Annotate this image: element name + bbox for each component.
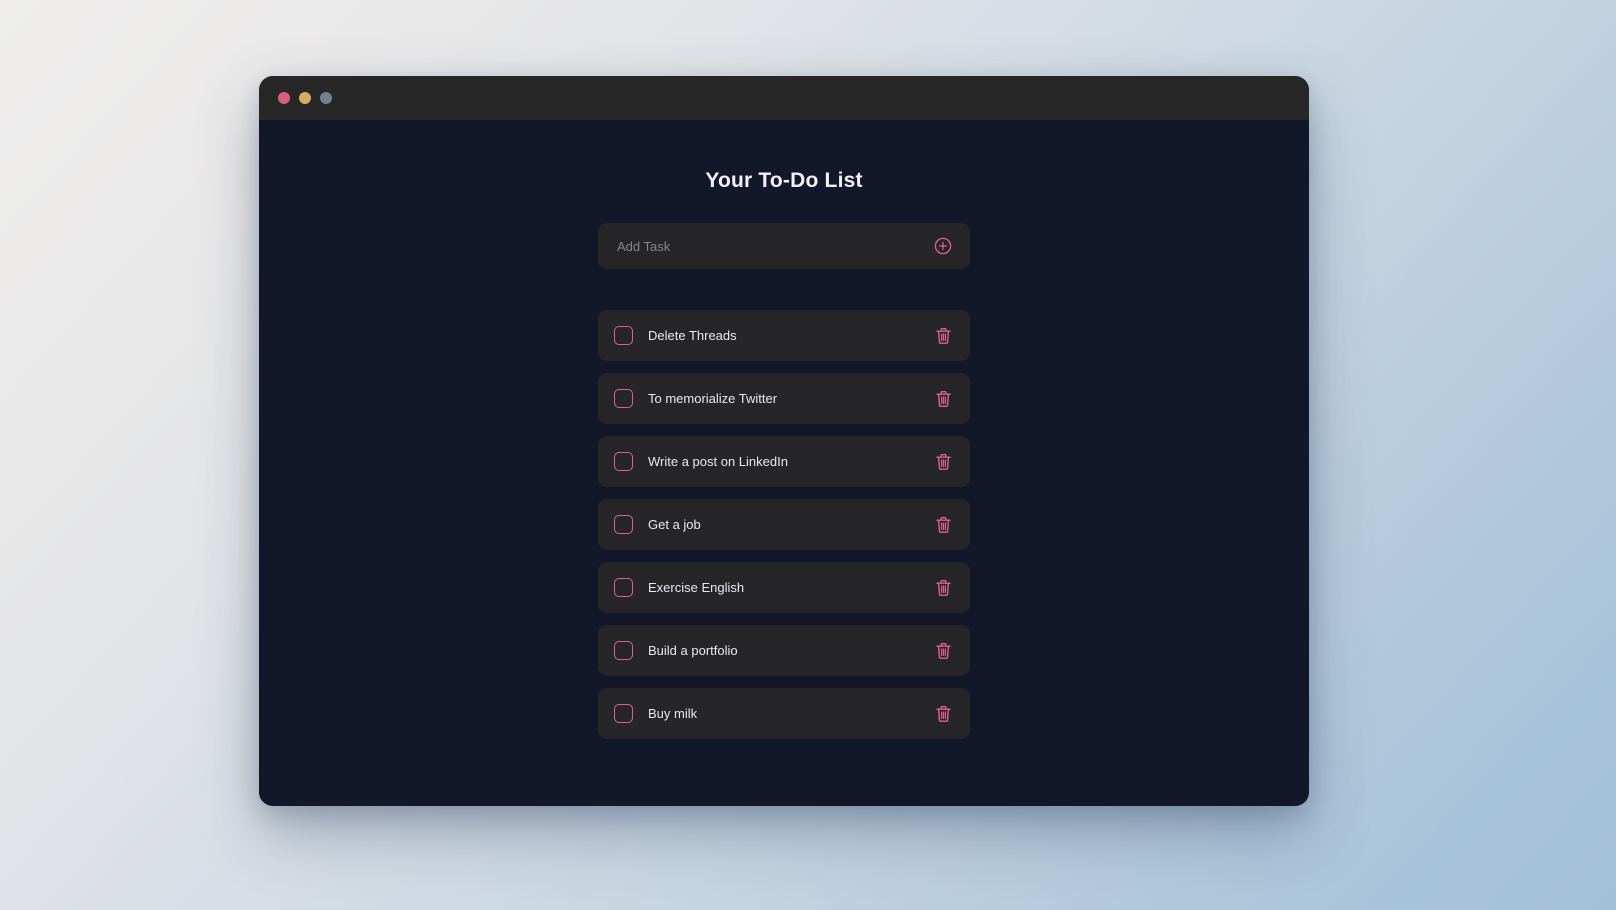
task-checkbox[interactable] (614, 641, 633, 660)
trash-icon (936, 327, 951, 344)
task-row[interactable]: Write a post on LinkedIn (598, 436, 970, 487)
task-row[interactable]: Get a job (598, 499, 970, 550)
task-row[interactable]: Build a portfolio (598, 625, 970, 676)
task-label: Delete Threads (648, 328, 737, 343)
task-row[interactable]: Buy milk (598, 688, 970, 739)
task-checkbox[interactable] (614, 704, 633, 723)
window-titlebar (259, 76, 1309, 120)
delete-task-button[interactable] (935, 453, 952, 471)
trash-icon (936, 453, 951, 470)
app-body: Your To-Do List Delete Threads (259, 120, 1309, 806)
trash-icon (936, 705, 951, 722)
add-task-input[interactable] (617, 238, 934, 254)
add-task-button[interactable] (934, 237, 952, 255)
add-task-row (598, 223, 970, 269)
task-label: Get a job (648, 517, 701, 532)
plus-circle-icon (934, 237, 952, 255)
task-row[interactable]: Delete Threads (598, 310, 970, 361)
delete-task-button[interactable] (935, 390, 952, 408)
delete-task-button[interactable] (935, 642, 952, 660)
window-minimize-button[interactable] (299, 92, 311, 104)
task-label: To memorialize Twitter (648, 391, 778, 406)
task-checkbox[interactable] (614, 326, 633, 345)
trash-icon (936, 516, 951, 533)
task-label: Buy milk (648, 706, 698, 721)
window-maximize-button[interactable] (320, 92, 332, 104)
delete-task-button[interactable] (935, 327, 952, 345)
task-row[interactable]: To memorialize Twitter (598, 373, 970, 424)
task-label: Write a post on LinkedIn (648, 454, 788, 469)
trash-icon (936, 390, 951, 407)
task-checkbox[interactable] (614, 452, 633, 471)
task-row[interactable]: Exercise English (598, 562, 970, 613)
task-checkbox[interactable] (614, 578, 633, 597)
trash-icon (936, 642, 951, 659)
todo-container: Delete Threads To memorialize Twitter (598, 223, 970, 739)
task-label: Build a portfolio (648, 643, 738, 658)
page-title: Your To-Do List (705, 169, 863, 192)
window-close-button[interactable] (278, 92, 290, 104)
task-checkbox[interactable] (614, 515, 633, 534)
delete-task-button[interactable] (935, 516, 952, 534)
task-list: Delete Threads To memorialize Twitter Wr… (598, 310, 970, 739)
task-checkbox[interactable] (614, 389, 633, 408)
task-label: Exercise English (648, 580, 745, 595)
delete-task-button[interactable] (935, 705, 952, 723)
delete-task-button[interactable] (935, 579, 952, 597)
trash-icon (936, 579, 951, 596)
browser-window: Your To-Do List Delete Threads (259, 76, 1309, 806)
